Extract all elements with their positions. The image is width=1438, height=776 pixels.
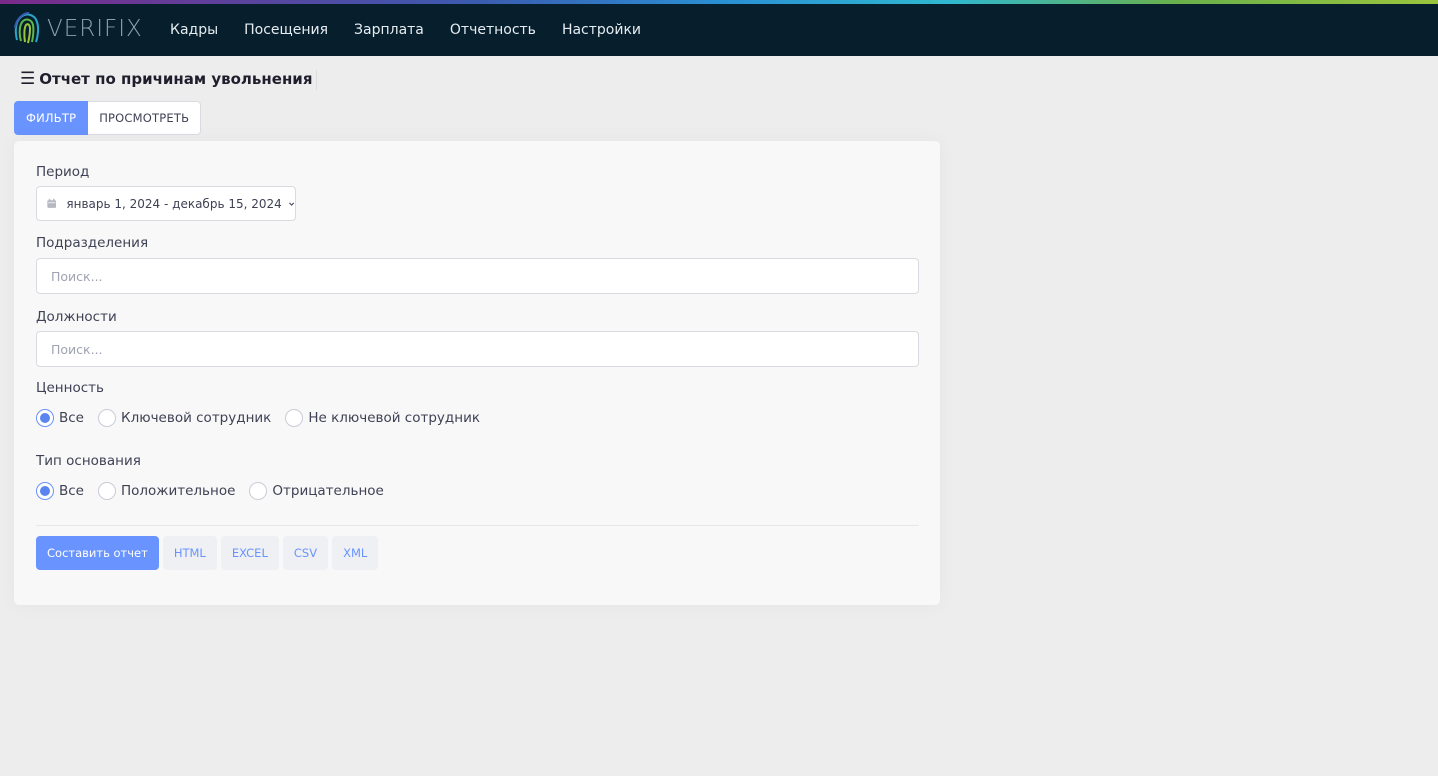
brand-name: VERIFIX xyxy=(47,16,143,42)
form-divider xyxy=(36,525,919,526)
divisions-search-input[interactable] xyxy=(36,258,919,294)
radio-basis-negative[interactable]: Отрицательное xyxy=(249,482,384,500)
radio-basis-all[interactable]: Все xyxy=(36,482,84,500)
header-divider xyxy=(316,70,317,90)
positions-label: Должности xyxy=(36,309,117,325)
radio-label: Положительное xyxy=(121,483,236,499)
period-date-picker[interactable]: январь 1, 2024 - декабрь 15, 2024 xyxy=(36,186,296,221)
basis-type-label: Тип основания xyxy=(36,453,141,469)
value-group-label: Ценность xyxy=(36,380,104,396)
nav-item-settings[interactable]: Настройки xyxy=(549,22,654,38)
page-title: Отчет по причинам увольнения xyxy=(39,70,313,88)
radio-value-key[interactable]: Ключевой сотрудник xyxy=(98,409,271,427)
radio-basis-positive[interactable]: Положительное xyxy=(98,482,235,500)
radio-value-all[interactable]: Все xyxy=(36,409,84,427)
export-xml-button[interactable]: XML xyxy=(332,536,379,570)
radio-unchecked-icon xyxy=(98,482,116,500)
value-radio-group: Все Ключевой сотрудник Не ключевой сотру… xyxy=(36,407,494,429)
tab-view[interactable]: ПРОСМОТРЕТЬ xyxy=(88,101,202,135)
export-csv-button[interactable]: CSV xyxy=(282,536,329,570)
radio-label: Все xyxy=(59,483,84,499)
nav-item-cadres[interactable]: Кадры xyxy=(157,22,231,38)
nav-item-attendance[interactable]: Посещения xyxy=(231,22,341,38)
radio-label: Отрицательное xyxy=(272,483,384,499)
filter-card: Период январь 1, 2024 - декабрь 15, 2024… xyxy=(14,141,940,605)
basis-radio-group: Все Положительное Отрицательное xyxy=(36,480,398,502)
radio-label: Не ключевой сотрудник xyxy=(308,410,480,426)
radio-checked-icon xyxy=(36,482,54,500)
page-header: ☰ Отчет по причинам увольнения xyxy=(20,68,312,90)
period-label: Период xyxy=(36,164,90,180)
radio-label: Все xyxy=(59,410,84,426)
radio-value-non-key[interactable]: Не ключевой сотрудник xyxy=(285,409,480,427)
period-value: январь 1, 2024 - декабрь 15, 2024 xyxy=(66,196,282,211)
nav-item-reports[interactable]: Отчетность xyxy=(437,22,549,38)
view-tabs: ФИЛЬТР ПРОСМОТРЕТЬ xyxy=(14,101,202,135)
divisions-label: Подразделения xyxy=(36,235,149,251)
radio-checked-icon xyxy=(36,409,54,427)
chevron-down-icon xyxy=(288,202,294,206)
radio-unchecked-icon xyxy=(98,409,116,427)
positions-search-input[interactable] xyxy=(36,331,919,367)
main-menu: Кадры Посещения Зарплата Отчетность Наст… xyxy=(157,4,654,56)
calendar-icon xyxy=(47,198,57,208)
tab-filter[interactable]: ФИЛЬТР xyxy=(14,101,89,135)
radio-unchecked-icon xyxy=(249,482,268,500)
fingerprint-logo-icon xyxy=(14,12,40,44)
radio-label: Ключевой сотрудник xyxy=(121,410,272,426)
radio-unchecked-icon xyxy=(285,409,304,427)
logo[interactable]: VERIFIX xyxy=(13,10,143,48)
nav-item-salary[interactable]: Зарплата xyxy=(341,22,437,38)
export-excel-button[interactable]: EXCEL xyxy=(220,536,279,570)
top-navbar: VERIFIX Кадры Посещения Зарплата Отчетно… xyxy=(0,0,1438,56)
build-report-button[interactable]: Составить отчет xyxy=(36,536,159,570)
report-actions: Составить отчет HTML EXCEL CSV XML xyxy=(36,536,382,570)
menu-icon[interactable]: ☰ xyxy=(20,69,35,89)
export-html-button[interactable]: HTML xyxy=(162,536,217,570)
